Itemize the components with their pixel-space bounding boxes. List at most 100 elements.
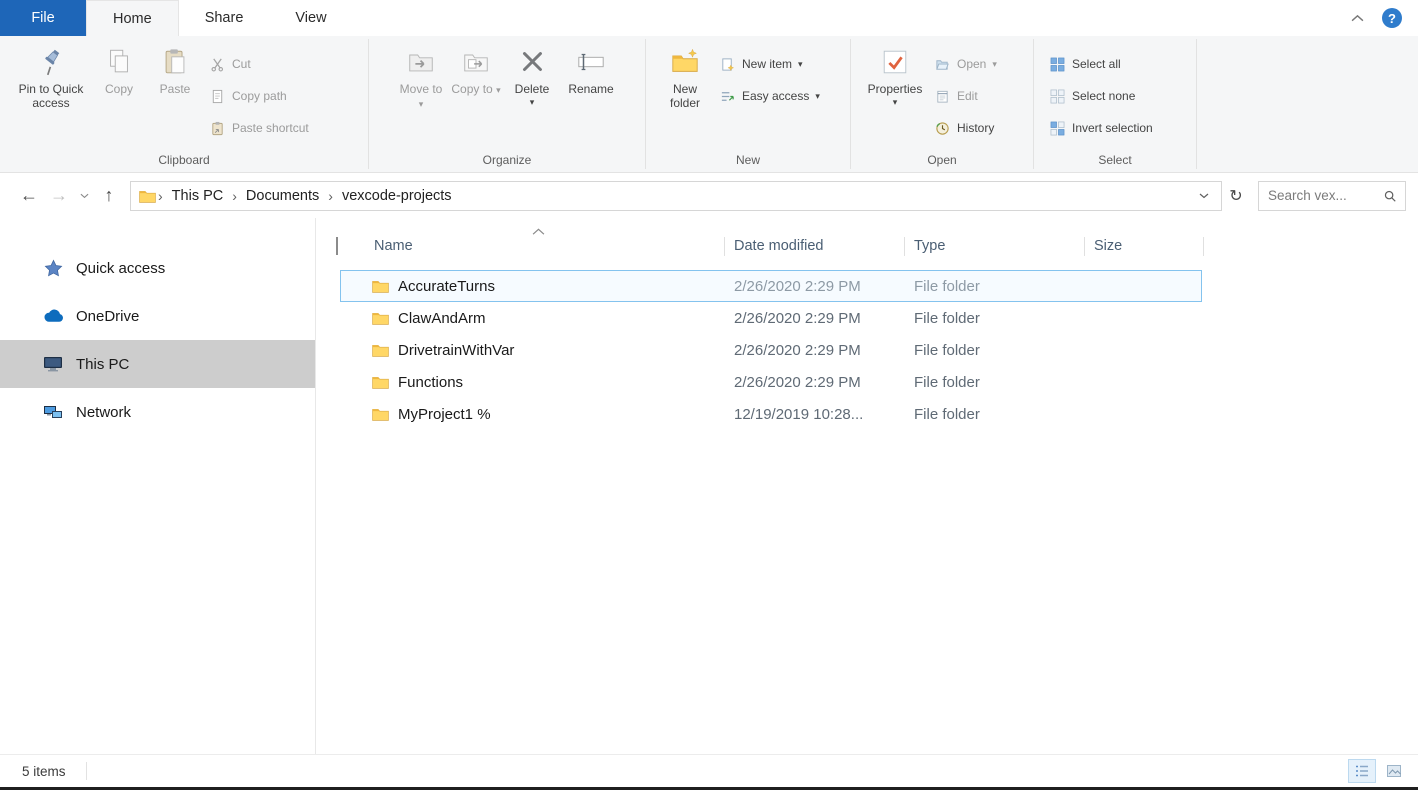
breadcrumb-chevron-icon[interactable]: › [326,188,335,204]
breadcrumb-vexcode-projects[interactable]: vexcode-projects [335,188,459,204]
checkbox-icon[interactable] [336,237,338,255]
copy-to-button[interactable]: Copy to ▾ [448,39,504,98]
delete-icon [514,43,550,81]
ribbon-group-open: Properties ▾ Open ▾ Edit [851,36,1033,172]
copy-path-icon [209,88,226,105]
open-folder-icon [934,56,951,73]
edit-button[interactable]: Edit [929,80,1002,112]
location-icon[interactable] [139,189,156,203]
breadcrumb-documents[interactable]: Documents [239,188,326,204]
copy-to-icon [458,43,494,81]
address-bar: ← → ↑ › This PC › Documents › vexcode-pr… [0,173,1418,218]
table-row[interactable]: Functions 2/26/2020 2:29 PM File folder [316,366,1204,398]
address-dropdown-icon[interactable] [1193,193,1215,199]
search-icon[interactable] [1383,189,1397,203]
file-date-modified: 12/19/2019 10:28... [724,406,904,423]
file-name: ClawAndArm [398,310,486,327]
up-button[interactable]: ↑ [94,181,124,211]
new-item-button[interactable]: New item ▾ [714,48,825,80]
tab-file[interactable]: File [0,0,86,36]
breadcrumb-this-pc[interactable]: This PC [165,188,231,204]
help-icon[interactable]: ? [1382,8,1402,28]
organize-group-label: Organize [369,151,645,172]
sidebar-item-this-pc[interactable]: This PC [0,340,315,388]
column-divider[interactable] [904,237,905,256]
sidebar-item-onedrive[interactable]: OneDrive [0,292,315,340]
history-button[interactable]: History [929,112,1002,144]
ribbon-group-select: Select all Select none Invert selection … [1034,36,1196,172]
rename-button[interactable]: Rename [560,39,622,97]
column-header-name[interactable]: Name [356,238,724,254]
ribbon-tab-bar: File Home Share View ? [0,0,1418,36]
forward-button[interactable]: → [44,181,74,211]
file-type: File folder [904,342,1084,359]
cut-label: Cut [232,57,251,71]
table-row[interactable]: AccurateTurns 2/26/2020 2:29 PM File fol… [316,270,1204,302]
tab-home[interactable]: Home [86,0,179,36]
rename-label: Rename [568,83,613,97]
easy-access-label: Easy access [742,89,809,103]
invert-selection-button[interactable]: Invert selection [1044,112,1158,144]
sidebar-item-label: Network [76,404,131,421]
select-all-button[interactable]: Select all [1044,48,1158,80]
file-name: AccurateTurns [398,278,495,295]
copy-button[interactable]: Copy [92,39,146,97]
column-header-type[interactable]: Type [904,238,1084,254]
pin-to-quick-access-button[interactable]: Pin to Quick access [10,39,92,110]
table-row[interactable]: ClawAndArm 2/26/2020 2:29 PM File folder [316,302,1204,334]
column-header-size[interactable]: Size [1084,238,1204,254]
breadcrumb[interactable]: › This PC › Documents › vexcode-projects [130,181,1222,211]
new-item-label: New item [742,57,792,71]
move-to-icon [403,43,439,81]
rename-icon [573,43,609,81]
search-input[interactable] [1268,188,1383,203]
history-icon [934,120,951,137]
properties-button[interactable]: Properties ▾ [861,39,929,107]
paste-shortcut-button[interactable]: Paste shortcut [204,112,314,144]
cut-button[interactable]: Cut [204,48,314,80]
collapse-ribbon-icon[interactable] [1351,14,1364,22]
status-divider [86,762,87,780]
back-button[interactable]: ← [14,181,44,211]
recent-locations-icon[interactable] [74,181,94,211]
table-row[interactable]: DrivetrainWithVar 2/26/2020 2:29 PM File… [316,334,1204,366]
column-header-date-modified[interactable]: Date modified [724,238,904,254]
column-divider[interactable] [1084,237,1085,256]
breadcrumb-chevron-icon[interactable]: › [156,188,165,204]
column-divider[interactable] [724,237,725,256]
paste-button[interactable]: Paste [146,39,204,97]
select-none-button[interactable]: Select none [1044,80,1158,112]
new-folder-button[interactable]: New folder [656,39,714,110]
column-divider[interactable] [1203,237,1204,256]
copy-path-button[interactable]: Copy path [204,80,314,112]
refresh-button[interactable]: ↻ [1222,181,1250,211]
scissors-icon [209,56,226,73]
sidebar-item-network[interactable]: Network [0,388,315,436]
search-box [1258,181,1406,211]
open-button[interactable]: Open ▾ [929,48,1002,80]
move-to-button[interactable]: Move to ▾ [394,39,448,111]
properties-caret-icon: ▾ [893,98,898,107]
sidebar-item-quick-access[interactable]: Quick access [0,244,315,292]
tab-view[interactable]: View [269,0,352,36]
network-icon [42,404,64,420]
select-all-label: Select all [1072,57,1121,71]
tab-share[interactable]: Share [179,0,270,36]
open-label: Open [957,57,986,71]
large-icons-view-button[interactable] [1380,759,1408,783]
details-view-button[interactable] [1348,759,1376,783]
table-row[interactable]: MyProject1 % 12/19/2019 10:28... File fo… [316,398,1204,430]
sort-ascending-icon [532,228,545,235]
breadcrumb-chevron-icon[interactable]: › [230,188,239,204]
navigation-pane: Quick access OneDrive This PC Network [0,218,316,754]
tab-share-label: Share [205,10,244,26]
easy-access-button[interactable]: Easy access ▾ [714,80,825,112]
select-all-checkbox[interactable] [316,238,356,254]
new-item-icon [719,56,736,73]
file-type: File folder [904,374,1084,391]
quick-access-star-icon [42,259,64,278]
history-label: History [957,121,994,135]
copy-path-label: Copy path [232,89,287,103]
delete-button[interactable]: Delete ▾ [504,39,560,107]
copy-to-label: Copy to ▾ [451,83,500,98]
